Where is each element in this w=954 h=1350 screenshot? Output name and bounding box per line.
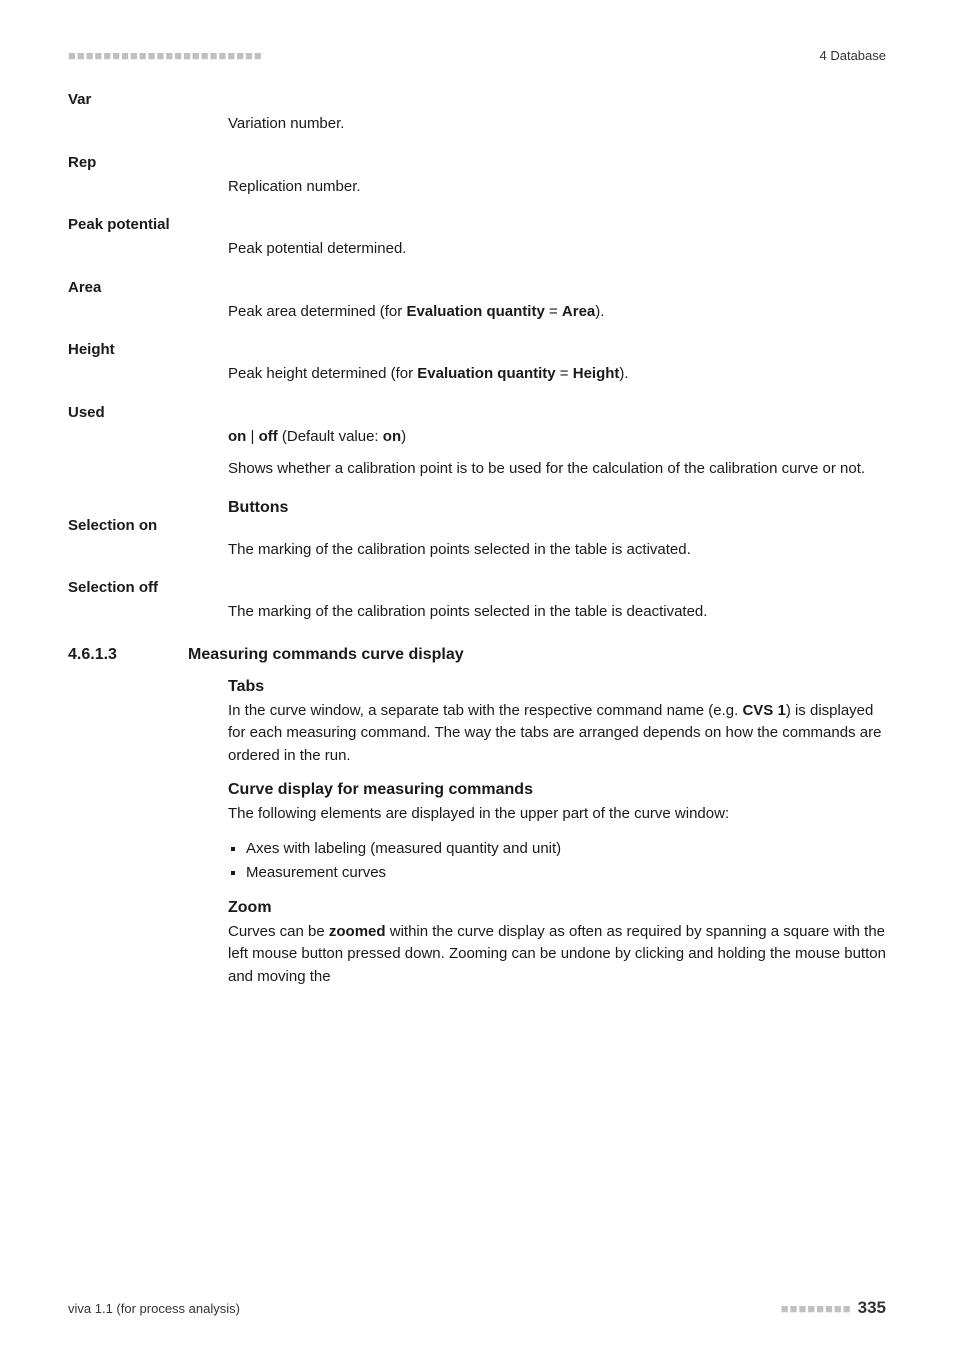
- term-area: Area: [68, 279, 228, 324]
- definition-selection-off: Selection off The marking of the calibra…: [68, 579, 886, 624]
- desc-rep: Replication number.: [228, 154, 886, 199]
- desc-peak-potential: Peak potential determined.: [228, 216, 886, 261]
- definition-peak-potential: Peak potential Peak potential determined…: [68, 216, 886, 261]
- page-footer: viva 1.1 (for process analysis) ■■■■■■■■…: [68, 1298, 886, 1318]
- definition-rep: Rep Replication number.: [68, 154, 886, 199]
- desc-selection-off: The marking of the calibration points se…: [228, 579, 886, 624]
- definition-var: Var Variation number.: [68, 91, 886, 136]
- zoom-paragraph: Curves can be zoomed within the curve di…: [228, 921, 886, 989]
- page: ■■■■■■■■■■■■■■■■■■■■■■ 4 Database Var Va…: [0, 0, 954, 1350]
- definition-selection-on: Selection on The marking of the calibrat…: [68, 517, 886, 562]
- desc-selection-on: The marking of the calibration points se…: [228, 517, 886, 562]
- term-peak-potential: Peak potential: [68, 216, 228, 261]
- definition-area: Area Peak area determined (for Evaluatio…: [68, 279, 886, 324]
- section-title: Measuring commands curve display: [188, 646, 464, 664]
- term-used: Used: [68, 404, 228, 481]
- tabs-paragraph: In the curve window, a separate tab with…: [228, 700, 886, 768]
- term-selection-off: Selection off: [68, 579, 228, 624]
- curve-display-paragraph: The following elements are displayed in …: [228, 803, 886, 826]
- tabs-heading: Tabs: [228, 678, 886, 696]
- page-header: ■■■■■■■■■■■■■■■■■■■■■■ 4 Database: [68, 48, 886, 63]
- definition-used: Used on | off (Default value: on) Shows …: [68, 404, 886, 481]
- section-header: 4.6.1.3 Measuring commands curve display: [68, 646, 886, 664]
- desc-var: Variation number.: [228, 91, 886, 136]
- term-height: Height: [68, 341, 228, 386]
- section-number: 4.6.1.3: [68, 646, 188, 664]
- term-selection-on: Selection on: [68, 517, 228, 562]
- list-item: Axes with labeling (measured quantity an…: [246, 838, 886, 861]
- header-dashes-icon: ■■■■■■■■■■■■■■■■■■■■■■: [68, 48, 263, 63]
- definition-height: Height Peak height determined (for Evalu…: [68, 341, 886, 386]
- desc-used: on | off (Default value: on) Shows wheth…: [228, 404, 886, 481]
- footer-left: viva 1.1 (for process analysis): [68, 1301, 240, 1316]
- desc-area: Peak area determined (for Evaluation qua…: [228, 279, 886, 324]
- buttons-heading: Buttons: [228, 499, 886, 517]
- curve-display-heading: Curve display for measuring commands: [228, 781, 886, 799]
- header-section-label: 4 Database: [820, 48, 887, 63]
- term-rep: Rep: [68, 154, 228, 199]
- zoom-heading: Zoom: [228, 899, 886, 917]
- section-body: Tabs In the curve window, a separate tab…: [228, 678, 886, 989]
- page-number: 335: [858, 1298, 886, 1318]
- curve-display-bullets: Axes with labeling (measured quantity an…: [228, 838, 886, 885]
- desc-height: Peak height determined (for Evaluation q…: [228, 341, 886, 386]
- term-var: Var: [68, 91, 228, 136]
- list-item: Measurement curves: [246, 862, 886, 885]
- footer-dashes-icon: ■■■■■■■■: [781, 1301, 852, 1316]
